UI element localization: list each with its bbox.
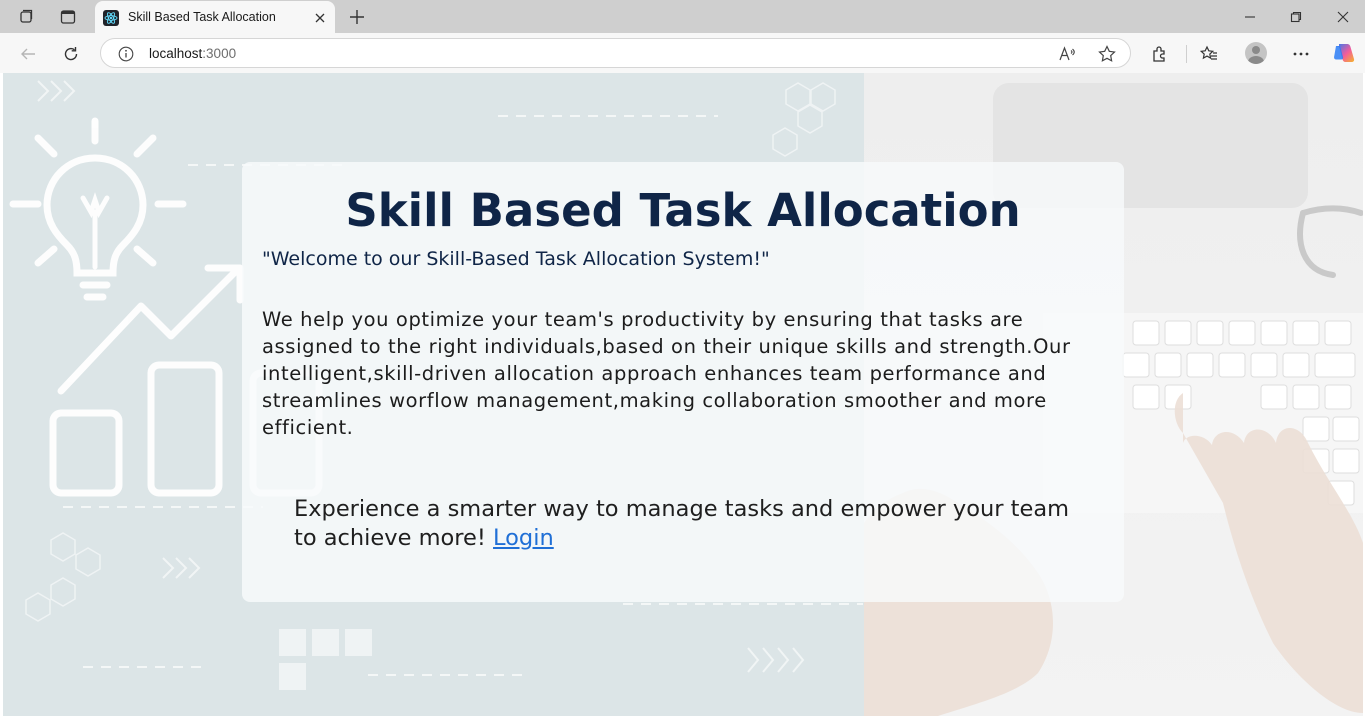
extensions-icon[interactable]	[1145, 39, 1175, 69]
restore-icon[interactable]	[1276, 4, 1316, 30]
description-paragraph: We help you optimize your team's product…	[262, 308, 1071, 439]
plus-icon[interactable]	[343, 4, 371, 30]
react-icon	[103, 10, 119, 26]
minimize-icon[interactable]	[1230, 4, 1270, 30]
call-to-action: Experience a smarter way to manage tasks…	[294, 495, 1084, 553]
info-icon[interactable]	[117, 45, 134, 62]
read-aloud-icon[interactable]	[1057, 43, 1079, 65]
browser-tab-bar: Skill Based Task Allocation	[0, 0, 1365, 33]
back-arrow-icon[interactable]	[13, 39, 43, 69]
more-options-icon[interactable]	[1286, 39, 1316, 69]
page-viewport: Skill Based Task Allocation "Welcome to …	[3, 73, 1363, 716]
refresh-icon[interactable]	[56, 39, 86, 69]
vertical-tabs-icon[interactable]	[54, 4, 82, 30]
address-bar[interactable]: localhost:3000	[100, 38, 1131, 68]
toolbar-separator	[1186, 45, 1187, 63]
url-port: :3000	[202, 46, 237, 61]
star-favorite-icon[interactable]	[1096, 43, 1118, 65]
tab-title: Skill Based Task Allocation	[128, 10, 276, 24]
copilot-icon[interactable]	[1333, 43, 1355, 63]
url-text: localhost:3000	[149, 46, 236, 61]
page-title: Skill Based Task Allocation	[345, 184, 1021, 237]
cta-text: Experience a smarter way to manage tasks…	[294, 496, 1070, 551]
browser-tab-active[interactable]: Skill Based Task Allocation	[95, 1, 335, 33]
workspaces-icon[interactable]	[12, 4, 40, 30]
url-host: localhost	[149, 46, 203, 61]
browser-toolbar: localhost:3000	[0, 33, 1365, 73]
window-close-icon[interactable]	[1323, 4, 1363, 30]
favorites-icon[interactable]	[1194, 39, 1224, 69]
content-card: Skill Based Task Allocation "Welcome to …	[242, 162, 1124, 602]
welcome-message: "Welcome to our Skill-Based Task Allocat…	[262, 248, 770, 270]
login-link[interactable]: Login	[493, 525, 554, 551]
close-icon[interactable]	[311, 9, 329, 27]
profile-avatar[interactable]	[1245, 42, 1267, 64]
